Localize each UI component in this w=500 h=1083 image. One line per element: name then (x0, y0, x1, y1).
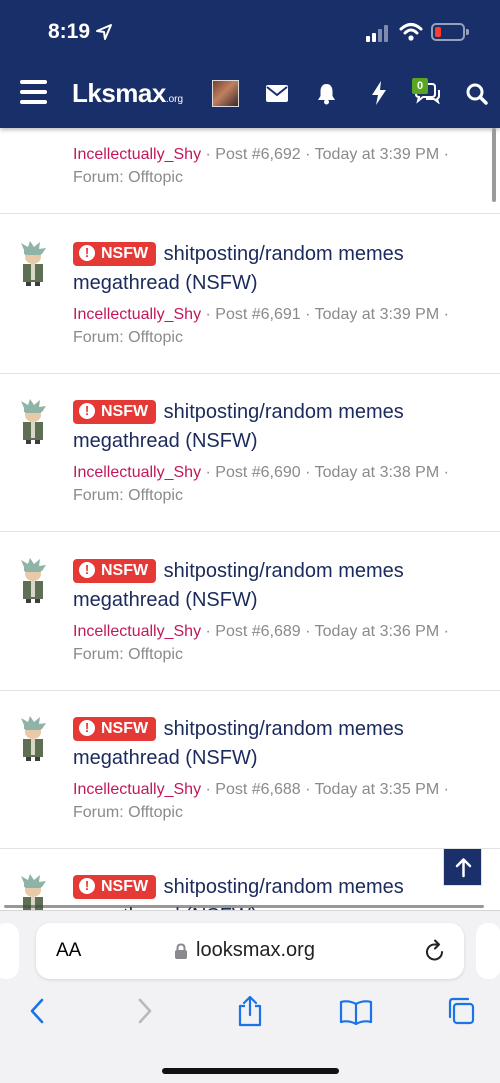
author-link[interactable]: Incellectually_Shy (73, 464, 201, 481)
result-row[interactable]: !NSFW shitposting/random memes megathrea… (0, 533, 500, 691)
forum-name: Forum: Offtopic (73, 169, 183, 186)
badge-label: NSFW (101, 878, 149, 895)
reload-icon[interactable] (424, 939, 446, 963)
lock-icon (175, 943, 187, 959)
site-logo[interactable]: Lksmax.org (72, 78, 183, 109)
post-time: Today at 3:39 PM (314, 306, 440, 323)
bookmarks-icon[interactable] (339, 999, 373, 1025)
badge-label: NSFW (101, 720, 149, 737)
status-time: 8:19 (48, 20, 91, 43)
result-row[interactable]: !NSFW shitposting/random memes megathrea… (0, 691, 500, 849)
nsfw-badge: ! NSFW (73, 242, 157, 266)
forum-name: Forum: Offtopic (73, 804, 183, 821)
previous-tab-pill[interactable] (0, 923, 19, 979)
signal-icon (366, 24, 392, 42)
avatar[interactable] (18, 715, 48, 761)
bell-icon[interactable] (317, 83, 336, 105)
location-arrow-icon (96, 24, 112, 40)
author-link[interactable]: Incellectually_Shy (73, 146, 201, 163)
post-time: Today at 3:35 PM (314, 781, 440, 798)
logo-suffix: .org (165, 94, 184, 105)
post-number: Post #6,689 (215, 623, 301, 640)
scroll-top-button[interactable] (443, 848, 482, 886)
avatar[interactable] (18, 557, 48, 603)
share-icon[interactable] (236, 995, 264, 1027)
result-meta: Incellectually_Shy · Post #6,691 · Today… (73, 306, 449, 346)
nsfw-badge: ! NSFW (73, 559, 157, 583)
result-row[interactable]: !NSFW shitposting/random memes megathrea… (0, 216, 500, 374)
post-number: Post #6,688 (215, 781, 301, 798)
forward-icon[interactable] (136, 997, 154, 1025)
result-meta: Incellectually_Shy · Post #6,690 · Today… (73, 464, 449, 504)
post-number: Post #6,692 (215, 146, 301, 163)
result-row[interactable]: !NSFW shitposting/random memes megathrea… (0, 374, 500, 532)
url-text[interactable]: looksmax.org (196, 939, 315, 962)
alert-icon: ! (79, 403, 95, 419)
result-row[interactable]: megathread (NSFW)Incellectually_Shy · Po… (0, 128, 500, 214)
scroll-top-icon (455, 858, 472, 878)
avatar[interactable] (18, 240, 48, 286)
thread-title-link[interactable]: !NSFW shitposting/random memes megathrea… (73, 398, 473, 456)
menu-icon[interactable] (20, 80, 47, 104)
author-link[interactable]: Incellectually_Shy (73, 781, 201, 798)
page-scrollbar[interactable] (492, 128, 496, 202)
nsfw-badge: ! NSFW (73, 717, 157, 741)
back-icon[interactable] (28, 997, 46, 1025)
badge-label: NSFW (101, 403, 149, 420)
next-tab-pill[interactable] (476, 923, 500, 979)
forum-name: Forum: Offtopic (73, 646, 183, 663)
alert-icon: ! (79, 562, 95, 578)
avatar[interactable] (18, 398, 48, 444)
result-meta: Incellectually_Shy · Post #6,688 · Today… (73, 781, 449, 821)
logo-text: Lksmax (72, 78, 166, 108)
result-meta: Incellectually_Shy · Post #6,689 · Today… (73, 623, 449, 663)
result-meta: Incellectually_Shy · Post #6,692 · Today… (73, 146, 449, 186)
home-indicator (162, 1068, 339, 1074)
nsfw-badge: ! NSFW (73, 875, 157, 899)
address-bar[interactable]: AA looksmax.org (36, 923, 464, 979)
thread-title-link[interactable]: !NSFW shitposting/random memes megathrea… (73, 240, 473, 298)
battery-icon (431, 23, 465, 41)
post-time: Today at 3:39 PM (314, 146, 440, 163)
forum-name: Forum: Offtopic (73, 329, 183, 346)
search-icon[interactable] (466, 83, 488, 105)
wifi-icon (399, 23, 423, 41)
chat-badge: 0 (412, 78, 428, 94)
forum-name: Forum: Offtopic (73, 487, 183, 504)
thread-title-link[interactable]: !NSFW shitposting/random memes megathrea… (73, 715, 473, 773)
badge-label: NSFW (101, 562, 149, 579)
mail-icon[interactable] (266, 85, 288, 102)
thread-title-link[interactable]: !NSFW shitposting/random memes megathrea… (73, 557, 473, 615)
battery-tip (466, 29, 469, 35)
badge-label: NSFW (101, 245, 149, 262)
bolt-icon[interactable] (371, 81, 387, 105)
divider (4, 905, 484, 908)
author-link[interactable]: Incellectually_Shy (73, 623, 201, 640)
post-time: Today at 3:36 PM (314, 623, 440, 640)
author-link[interactable]: Incellectually_Shy (73, 306, 201, 323)
alert-icon: ! (79, 245, 95, 261)
alert-icon: ! (79, 878, 95, 894)
post-number: Post #6,691 (215, 306, 301, 323)
search-results: megathread (NSFW)Incellectually_Shy · Po… (0, 128, 500, 910)
result-row[interactable]: !NSFW shitposting/random memes megathrea… (0, 849, 500, 910)
site-header: 8:19 Lksmax.org 0 (0, 0, 500, 128)
post-number: Post #6,690 (215, 464, 301, 481)
reader-settings-button[interactable]: AA (56, 940, 81, 962)
tabs-icon[interactable] (446, 996, 476, 1026)
post-time: Today at 3:38 PM (314, 464, 440, 481)
browser-toolbar: AA looksmax.org (0, 910, 500, 1083)
alert-icon: ! (79, 720, 95, 736)
nsfw-badge: ! NSFW (73, 400, 157, 424)
avatar[interactable] (212, 80, 239, 107)
